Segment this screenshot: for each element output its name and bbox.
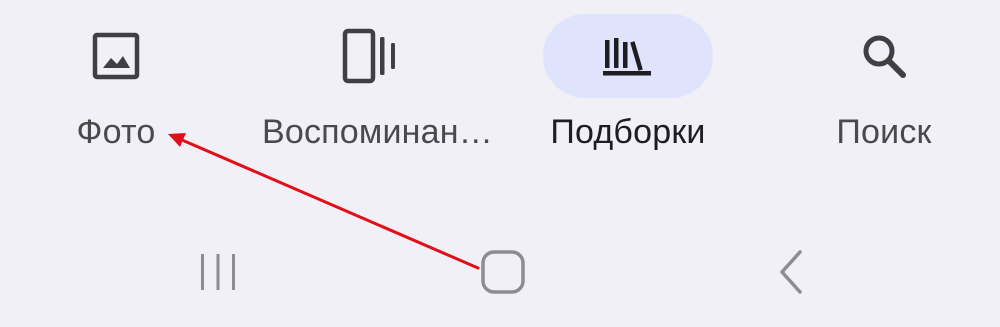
system-navigation-bar	[0, 232, 1000, 312]
nav-label-collections: Подборки	[550, 113, 706, 151]
nav-icon-container-memories	[287, 14, 457, 98]
nav-item-memories[interactable]: Воспоминан…	[262, 0, 493, 200]
home-button[interactable]	[458, 232, 548, 312]
recents-icon	[201, 254, 235, 290]
back-icon	[780, 250, 802, 294]
nav-icon-container-photo	[31, 14, 201, 98]
nav-label-photo: Фото	[76, 113, 156, 151]
memories-icon	[342, 28, 395, 84]
search-icon	[863, 35, 906, 78]
recents-button[interactable]	[173, 232, 263, 312]
nav-item-collections[interactable]: Подборки	[518, 0, 738, 200]
photo-icon	[92, 32, 140, 80]
bottom-navigation-bar: Фото Воспоминан… Подборки Поиск	[0, 0, 1000, 200]
active-pill	[543, 14, 713, 98]
home-icon	[481, 250, 525, 294]
nav-label-memories: Воспоминан…	[262, 113, 493, 151]
nav-label-search: Поиск	[836, 113, 932, 151]
nav-icon-container-search	[799, 14, 969, 98]
collections-icon	[603, 38, 651, 76]
nav-item-photo[interactable]: Фото	[6, 0, 226, 200]
back-button[interactable]	[746, 232, 836, 312]
nav-item-search[interactable]: Поиск	[774, 0, 994, 200]
